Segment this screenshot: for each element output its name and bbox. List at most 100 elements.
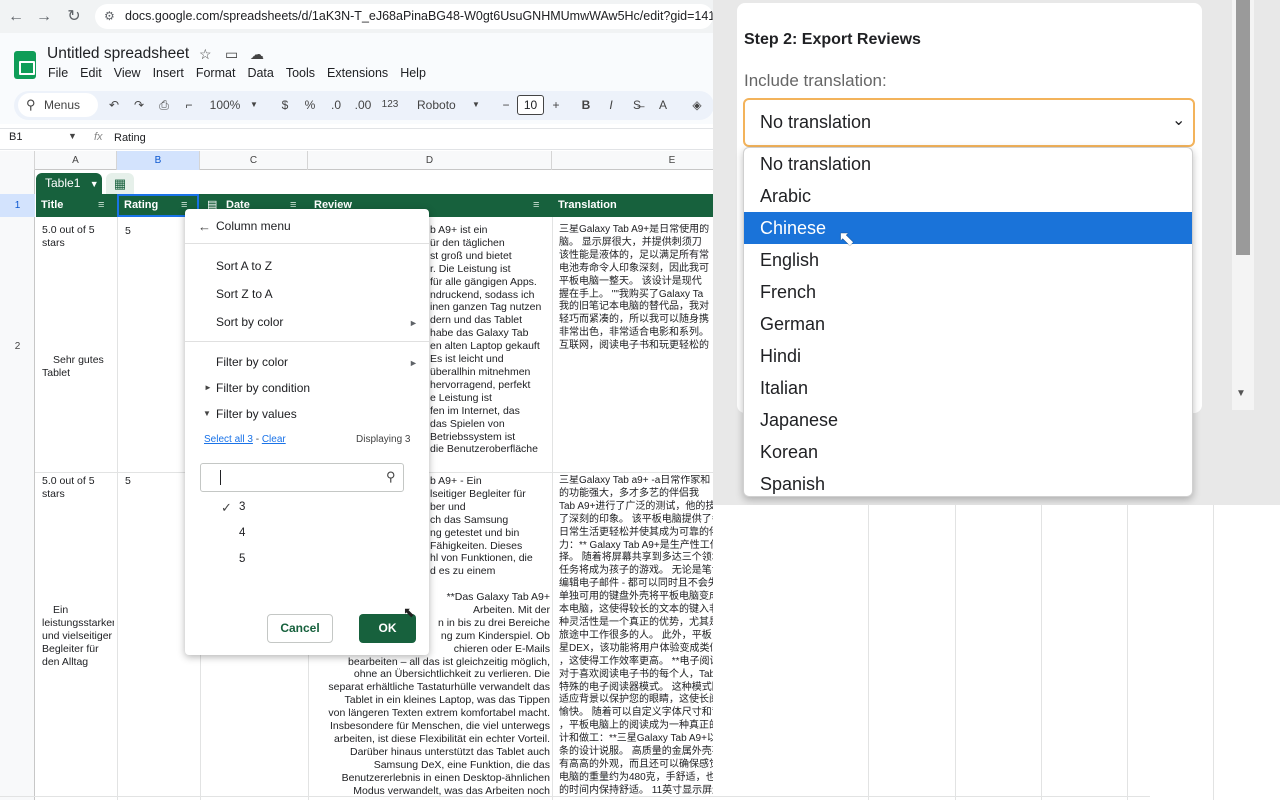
font-family-select[interactable]: Roboto: [417, 96, 459, 114]
cell-a3-rating-text[interactable]: 5.0 out of 5 stars: [42, 475, 114, 501]
scroll-down-icon[interactable]: ▼: [1236, 388, 1246, 399]
grid-line: [552, 217, 553, 800]
cell-d2[interactable]: b A9+ ist ein ür den täglichen st groß u…: [430, 224, 550, 464]
text-color-icon[interactable]: A: [656, 96, 670, 114]
sort-z-to-a[interactable]: Sort Z to A: [216, 287, 273, 301]
column-menu-title[interactable]: Column menu: [216, 219, 291, 233]
grid-line: [1041, 505, 1042, 800]
strikethrough-icon[interactable]: S̶: [630, 96, 644, 114]
move-folder-icon[interactable]: ▭: [225, 46, 238, 63]
option-german[interactable]: German: [744, 308, 1192, 340]
italic-button[interactable]: I: [605, 96, 617, 114]
cell-d3-top[interactable]: b A9+ - Ein lseitiger Begleiter für ber …: [430, 475, 550, 580]
option-french[interactable]: French: [744, 276, 1192, 308]
formula-input[interactable]: Rating: [114, 132, 146, 144]
fill-color-icon[interactable]: ◈: [689, 96, 705, 114]
address-bar[interactable]: ⚙ docs.google.com/spreadsheets/d/1aK3N-T…: [95, 4, 713, 29]
translation-select-value[interactable]: No translation: [760, 112, 871, 133]
menu-extensions[interactable]: Extensions: [327, 66, 388, 80]
cancel-button[interactable]: Cancel: [267, 614, 333, 643]
paint-format-icon[interactable]: ⌐: [181, 96, 197, 114]
back-arrow-icon[interactable]: ←: [198, 219, 211, 234]
currency-format-button[interactable]: $: [279, 96, 291, 114]
filter-by-color[interactable]: Filter by color: [216, 355, 288, 369]
header-translation[interactable]: Translation: [553, 194, 713, 217]
document-title[interactable]: Untitled spreadsheet: [47, 45, 189, 63]
clear-link[interactable]: Clear: [262, 434, 286, 445]
menu-data[interactable]: Data: [247, 66, 273, 80]
filter-icon[interactable]: ≡: [98, 194, 104, 217]
filter-icon[interactable]: ≡: [533, 194, 539, 217]
option-arabic[interactable]: Arabic: [744, 180, 1192, 212]
forward-icon[interactable]: →: [34, 7, 54, 27]
cloud-status-icon[interactable]: ☁: [250, 46, 264, 63]
menu-help[interactable]: Help: [400, 66, 426, 80]
option-english[interactable]: English: [744, 244, 1192, 276]
menu-format[interactable]: Format: [196, 66, 236, 80]
expand-arrow-icon[interactable]: ►: [204, 383, 212, 392]
option-hindi[interactable]: Hindi: [744, 340, 1192, 372]
back-icon[interactable]: ←: [6, 7, 26, 27]
column-header-a[interactable]: A: [35, 151, 117, 170]
menu-tools[interactable]: Tools: [286, 66, 315, 80]
option-japanese[interactable]: Japanese: [744, 404, 1192, 436]
filter-by-values[interactable]: Filter by values: [216, 407, 297, 421]
cell-a2-title[interactable]: Sehr gutes Tablet: [42, 354, 114, 380]
menu-insert[interactable]: Insert: [153, 66, 184, 80]
decrease-decimal-button[interactable]: .0: [328, 96, 344, 114]
name-box[interactable]: B1: [9, 131, 22, 143]
undo-icon[interactable]: ↶: [106, 96, 122, 114]
decrease-font-size-button[interactable]: −: [500, 96, 512, 114]
cell-a2-rating-text[interactable]: 5.0 out of 5 stars: [42, 224, 114, 250]
menu-edit[interactable]: Edit: [80, 66, 102, 80]
redo-icon[interactable]: ↷: [131, 96, 147, 114]
row-header-2[interactable]: 2: [0, 341, 35, 352]
cell-a3-title[interactable]: Ein leistungsstarker und vielseitiger Be…: [42, 604, 114, 684]
menu-file[interactable]: File: [48, 66, 68, 80]
option-chinese[interactable]: Chinese: [744, 212, 1192, 244]
option-no-translation[interactable]: No translation: [744, 148, 1192, 180]
filter-value-4[interactable]: 4: [239, 527, 245, 539]
filter-by-condition[interactable]: Filter by condition: [216, 381, 310, 395]
menu-view[interactable]: View: [114, 66, 141, 80]
scrollbar-thumb[interactable]: [1236, 0, 1250, 255]
chevron-down-icon[interactable]: ▼: [249, 96, 259, 114]
cell-b2[interactable]: 5: [125, 225, 185, 238]
sort-a-to-z[interactable]: Sort A to Z: [216, 259, 272, 273]
row-header-1[interactable]: 1: [0, 200, 35, 211]
percent-format-button[interactable]: %: [303, 96, 317, 114]
menus-search-button[interactable]: ⚲ Menus: [18, 93, 98, 117]
table-name-chip[interactable]: Table1 ▼: [36, 173, 102, 194]
values-search-input[interactable]: [200, 463, 404, 492]
sort-by-color[interactable]: Sort by color: [216, 315, 283, 329]
select-all-corner[interactable]: [0, 151, 35, 170]
option-spanish[interactable]: Spanish: [744, 468, 1192, 500]
chevron-down-icon[interactable]: ⌄: [1172, 110, 1185, 130]
font-size-input[interactable]: 10: [517, 95, 544, 115]
chevron-down-icon[interactable]: ▼: [68, 131, 77, 141]
sheets-logo-icon[interactable]: [14, 51, 36, 79]
filter-value-5[interactable]: 5: [239, 553, 245, 565]
check-icon[interactable]: ✓: [221, 500, 232, 516]
option-korean[interactable]: Korean: [744, 436, 1192, 468]
collapse-arrow-icon[interactable]: ▼: [203, 409, 211, 418]
table-view-icon[interactable]: ▦: [106, 173, 134, 194]
increase-font-size-button[interactable]: +: [550, 96, 562, 114]
column-header-b[interactable]: B: [117, 151, 200, 170]
option-italian[interactable]: Italian: [744, 372, 1192, 404]
number-format-button[interactable]: 123: [381, 96, 399, 114]
reload-icon[interactable]: ↻: [64, 7, 84, 27]
column-header-d[interactable]: D: [308, 151, 552, 170]
chevron-down-icon[interactable]: ▼: [471, 96, 481, 114]
cell-b3[interactable]: 5: [125, 475, 185, 488]
select-all-link[interactable]: Select all 3: [204, 434, 253, 445]
bold-button[interactable]: B: [580, 96, 592, 114]
zoom-select[interactable]: 100%: [208, 96, 242, 114]
filter-value-3[interactable]: 3: [239, 501, 245, 513]
increase-decimal-button[interactable]: .00: [354, 96, 372, 114]
column-header-c[interactable]: C: [200, 151, 308, 170]
star-icon[interactable]: ☆: [199, 46, 212, 63]
site-info-icon[interactable]: ⚙: [104, 4, 115, 29]
print-icon[interactable]: ⎙: [156, 96, 172, 114]
cell-e2[interactable]: 三星Galaxy Tab A9+是日常使用的 脑。 显示屏很大，并提供刺须刀 该…: [559, 224, 713, 355]
